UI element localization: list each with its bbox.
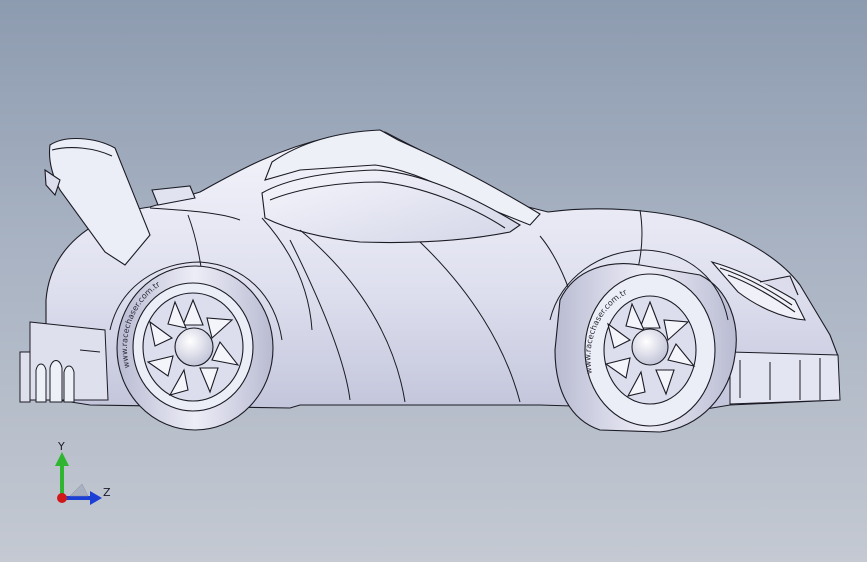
x-axis-origin	[57, 493, 67, 503]
front-wheel	[554, 263, 737, 433]
z-axis-arrowhead	[90, 491, 102, 505]
triad-axes	[55, 452, 102, 505]
coordinate-triad: Y Z	[40, 438, 130, 518]
y-axis-arrowhead	[55, 452, 69, 466]
graphics-viewport[interactable]: www.racechaser.com.tr www.racechaser.com…	[0, 0, 867, 562]
rear-wheel	[116, 265, 274, 431]
y-axis-label: Y	[58, 440, 65, 453]
z-axis-label: Z	[103, 486, 111, 499]
rear-lower	[19, 321, 109, 403]
front-bumper	[729, 351, 841, 405]
triad-plane	[69, 483, 89, 497]
car-roof	[261, 129, 541, 244]
car-model-3d-view[interactable]	[0, 0, 867, 562]
